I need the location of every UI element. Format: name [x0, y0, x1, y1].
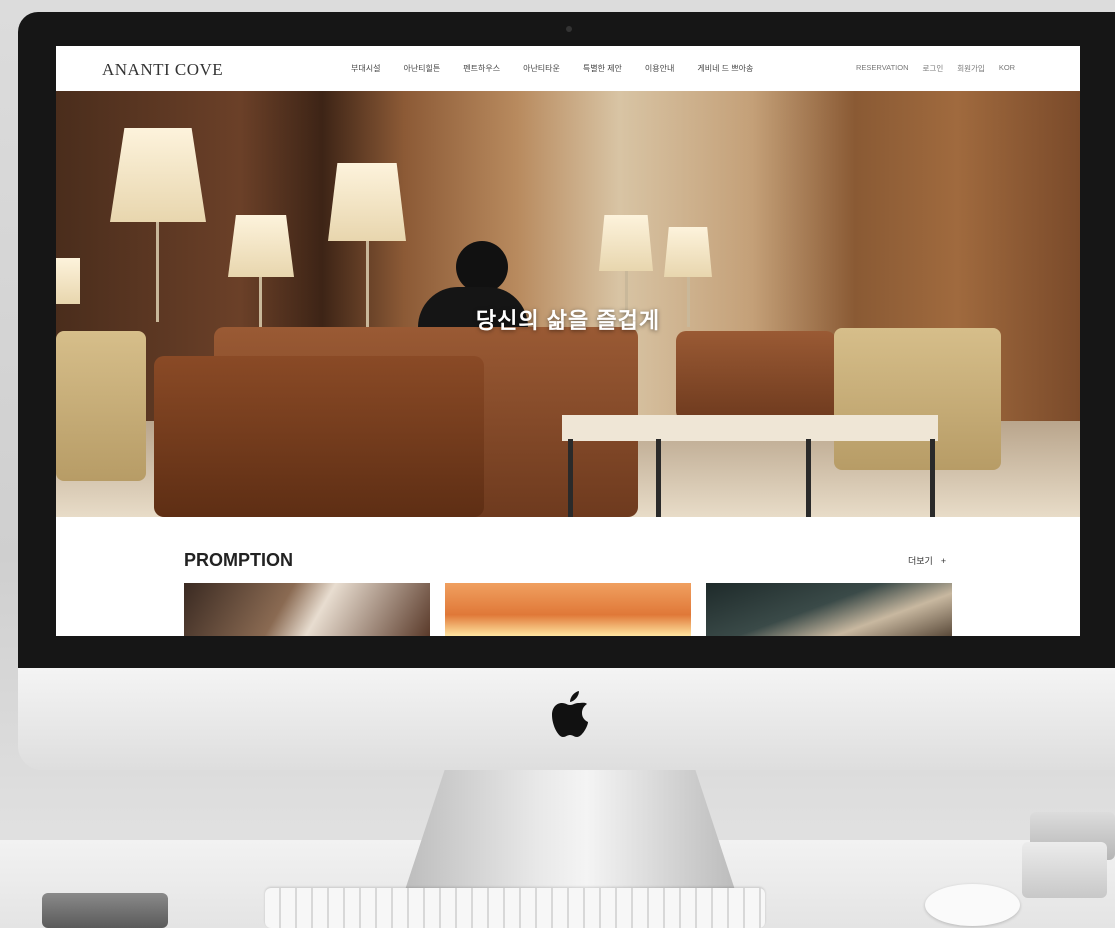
- language-selector[interactable]: KOR: [999, 63, 1015, 74]
- login-link[interactable]: 로그인: [923, 63, 944, 74]
- keyboard: [265, 888, 765, 928]
- website-screen: ANANTI COVE 부대시설 아난티힐튼 펜트하우스 아난티타운 특별한 제…: [56, 46, 1080, 636]
- main-menu: 부대시설 아난티힐튼 펜트하우스 아난티타운 특별한 제안 이용안내 게비네 드…: [351, 63, 776, 74]
- menu-item-guide[interactable]: 이용안내: [645, 63, 674, 74]
- menu-item-special-offer[interactable]: 특별한 제안: [583, 63, 622, 74]
- reservation-link[interactable]: RESERVATION: [856, 63, 909, 74]
- site-logo[interactable]: ANANTI COVE: [102, 60, 223, 80]
- camera-icon: [566, 26, 572, 32]
- hero-image: 당신의 삶을 즐겁게: [56, 91, 1080, 517]
- menu-item-penthouse[interactable]: 펜트하우스: [463, 63, 500, 74]
- apple-logo-icon: [552, 690, 588, 738]
- promotion-card-meeting[interactable]: [184, 583, 430, 636]
- external-drive: [42, 893, 168, 928]
- promotion-title: PROMPTION: [184, 550, 294, 570]
- menu-item-town[interactable]: 아난티타운: [523, 63, 560, 74]
- mouse: [925, 884, 1020, 926]
- monitor-stand: [405, 770, 735, 890]
- hero-caption: 당신의 삶을 즐겁게: [475, 308, 661, 333]
- signup-link[interactable]: 회원가입: [957, 63, 985, 74]
- utility-menu: RESERVATION 로그인 회원가입 KOR: [856, 63, 1029, 74]
- menu-item-restaurant[interactable]: 게비네 드 쁘아송: [697, 63, 753, 74]
- more-label: 더보기: [908, 556, 933, 566]
- menu-item-hilton[interactable]: 아난티힐튼: [403, 63, 440, 74]
- promotion-card-sunset[interactable]: [445, 583, 691, 636]
- plus-icon: +: [940, 556, 947, 566]
- promotion-card-pier[interactable]: [706, 583, 952, 636]
- more-link[interactable]: 더보기 +: [908, 554, 946, 567]
- top-navigation: ANANTI COVE 부대시설 아난티힐튼 펜트하우스 아난티타운 특별한 제…: [56, 46, 1080, 91]
- book-stack: [1022, 812, 1115, 898]
- menu-item-facilities[interactable]: 부대시설: [351, 63, 380, 74]
